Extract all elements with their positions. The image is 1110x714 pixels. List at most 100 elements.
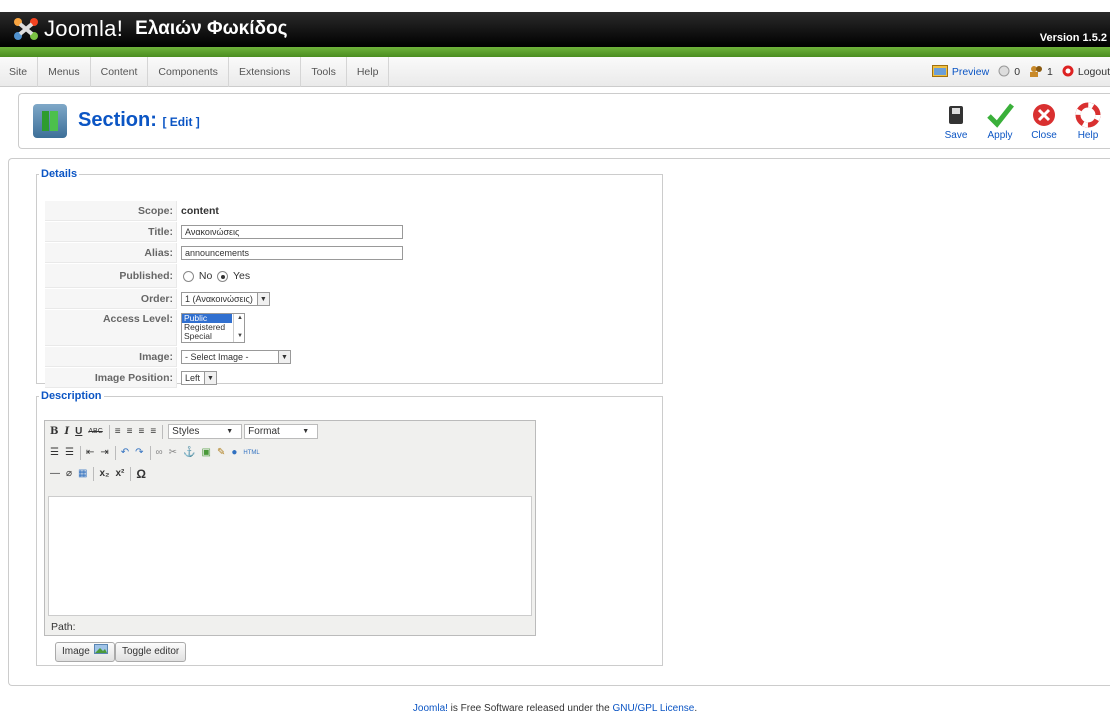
logout-link[interactable]: Logout (1062, 65, 1110, 80)
numbered-list-icon[interactable]: ☰ (65, 447, 74, 458)
image-select[interactable]: - Select Image - ▼ (181, 350, 291, 364)
chevron-down-icon: ▼ (226, 428, 234, 435)
apply-icon (987, 103, 1014, 128)
preview-icon (931, 64, 948, 80)
editor-toolbar-row-3: — ⌀ ▦ x₂ x² Ω (45, 463, 535, 484)
toggle-editor-button[interactable]: Toggle editor (115, 642, 187, 662)
admin-header: Joomla! Ελαιών Φωκίδος Version 1.5.2 (0, 12, 1110, 47)
order-row: Order: 1 (Ανακοινώσεις) ▼ (45, 289, 406, 309)
chevron-down-icon: ▼ (278, 351, 290, 363)
alias-input[interactable]: announcements (181, 246, 403, 260)
redo-icon[interactable]: ↷ (135, 447, 143, 458)
menu-tools[interactable]: Tools (301, 57, 347, 87)
order-select[interactable]: 1 (Ανακοινώσεις) ▼ (181, 292, 270, 306)
remove-format-icon[interactable]: ⌀ (66, 468, 72, 479)
image-row: Image: - Select Image - ▼ (45, 347, 406, 367)
footer: Joomla! is Free Software released under … (0, 703, 1110, 714)
close-button[interactable]: Close (1022, 100, 1066, 141)
editor-path: Path: (51, 621, 76, 633)
access-level-listbox[interactable]: Public Registered Special ▲ ▼ (181, 313, 245, 343)
menu-site[interactable]: Site (0, 57, 39, 87)
close-label: Close (1031, 130, 1057, 141)
indent-icon[interactable]: ⇥ (100, 447, 108, 458)
apply-button[interactable]: Apply (978, 100, 1022, 141)
messages-status[interactable]: 0 (998, 65, 1020, 80)
published-label: Published: (45, 264, 177, 288)
image-position-select[interactable]: Left ▼ (181, 371, 218, 385)
users-status[interactable]: 1 (1029, 65, 1053, 80)
styles-label: Styles (172, 426, 200, 437)
menu-menus[interactable]: Menus (38, 57, 91, 87)
insert-image-button[interactable]: Image (55, 642, 115, 662)
published-yes-radio[interactable] (217, 270, 229, 282)
help-icon[interactable]: ● (231, 447, 237, 458)
content-panel: Details Scope: content Title: Ανακοινώσε… (8, 158, 1110, 686)
editor-content-area[interactable] (48, 496, 532, 616)
unlink-icon[interactable]: ✂ (169, 447, 177, 458)
users-count: 1 (1047, 66, 1053, 78)
published-row: Published: No Yes (45, 264, 406, 288)
chevron-down-icon: ▼ (204, 372, 217, 384)
published-yes-label: Yes (233, 270, 251, 282)
undo-icon[interactable]: ↶ (121, 447, 129, 458)
listbox-scrollbar[interactable]: ▲ ▼ (233, 314, 244, 342)
align-right-icon[interactable]: ≡ (138, 426, 144, 437)
help-label: Help (1077, 130, 1099, 141)
wysiwyg-editor: B I U ABC ≡ ≡ ≡ ≡ Styles ▼ Format ▼ ☰ ☰ ⇤ … (44, 420, 536, 636)
special-char-icon[interactable]: Ω (136, 467, 146, 481)
editor-toolbar-row-2: ☰ ☰ ⇤ ⇥ ↶ ↷ ∞ ✂ ⚓ ▣ ✎ ● HTML (45, 442, 535, 463)
menu-extensions[interactable]: Extensions (229, 57, 302, 87)
help-button[interactable]: Help (1066, 100, 1110, 141)
outdent-icon[interactable]: ⇤ (86, 447, 94, 458)
link-icon[interactable]: ∞ (156, 447, 163, 458)
cleanup-icon[interactable]: ✎ (217, 447, 225, 458)
styles-select[interactable]: Styles ▼ (168, 424, 243, 439)
italic-icon[interactable]: I (64, 426, 69, 437)
details-table: Scope: content Title: Ανακοινώσεις Alias… (44, 200, 407, 389)
help-icon (1075, 102, 1101, 128)
order-label: Order: (45, 289, 177, 309)
bullet-list-icon[interactable]: ☰ (50, 447, 59, 458)
page-subtitle: [ Edit ] (162, 115, 200, 129)
strikethrough-icon[interactable]: ABC (88, 428, 102, 435)
toolbar-box: Section: [ Edit ] Save Apply Close Help (18, 93, 1110, 149)
page-title: Section: [ Edit ] (78, 109, 200, 132)
scope-row: Scope: content (45, 201, 406, 221)
image-icon[interactable]: ▣ (201, 447, 210, 458)
toolbar-separator (108, 424, 110, 439)
title-input[interactable]: Ανακοινώσεις (181, 225, 403, 239)
close-icon (1033, 104, 1055, 126)
subscript-icon[interactable]: x₂ (99, 468, 109, 479)
underline-icon[interactable]: U (75, 426, 82, 437)
menu-help[interactable]: Help (347, 57, 390, 87)
superscript-icon[interactable]: x² (116, 468, 125, 479)
save-button[interactable]: Save (934, 100, 978, 141)
scope-value: content (178, 201, 406, 221)
image-position-row: Image Position: Left ▼ (45, 368, 406, 388)
visual-aid-icon[interactable]: ▦ (78, 468, 87, 479)
menu-content[interactable]: Content (91, 57, 149, 87)
scope-label: Scope: (45, 201, 177, 221)
alias-label: Alias: (45, 243, 177, 263)
align-center-icon[interactable]: ≡ (127, 426, 133, 437)
format-select[interactable]: Format ▼ (244, 424, 319, 439)
bold-icon[interactable]: B (50, 426, 58, 437)
gpl-license-link[interactable]: GNU/GPL License (612, 703, 694, 714)
apply-label: Apply (987, 130, 1013, 141)
joomla-link[interactable]: Joomla! (413, 703, 448, 714)
anchor-icon[interactable]: ⚓ (183, 447, 195, 458)
menu-components[interactable]: Components (148, 57, 229, 87)
status-bar: Preview 0 1 Logout (923, 57, 1110, 87)
align-left-icon[interactable]: ≡ (115, 426, 121, 437)
preview-link[interactable]: Preview (931, 64, 990, 80)
preview-label: Preview (951, 66, 990, 78)
joomla-logo-icon (14, 18, 38, 40)
chevron-down-icon: ▼ (302, 428, 310, 435)
align-justify-icon[interactable]: ≡ (150, 426, 156, 437)
details-legend: Details (41, 168, 78, 180)
html-icon[interactable]: HTML (243, 450, 259, 456)
site-name: Ελαιών Φωκίδος (135, 18, 288, 39)
chevron-down-icon: ▼ (256, 293, 269, 305)
published-no-radio[interactable] (183, 270, 194, 282)
horizontal-rule-icon[interactable]: — (50, 468, 60, 479)
